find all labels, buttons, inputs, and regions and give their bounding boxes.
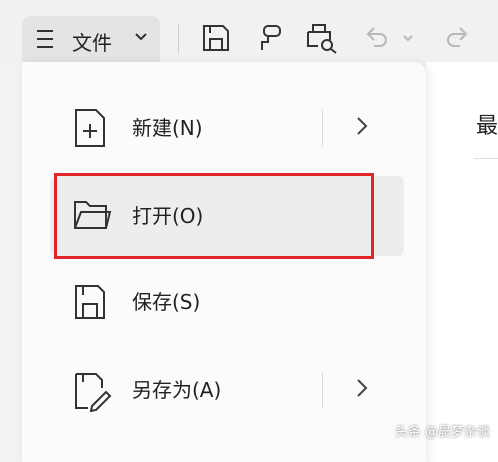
menu-item-separator bbox=[322, 110, 323, 146]
format-painter-icon[interactable] bbox=[254, 22, 286, 54]
hamburger-icon bbox=[37, 30, 53, 48]
folder-icon bbox=[74, 201, 112, 229]
new-file-icon bbox=[75, 109, 105, 147]
chevron-right-icon[interactable] bbox=[356, 116, 368, 136]
recent-panel: 最 bbox=[426, 62, 498, 462]
undo-icon[interactable] bbox=[362, 22, 390, 52]
redo-icon[interactable] bbox=[444, 22, 472, 52]
menu-item-save-as[interactable]: 另存为(A) bbox=[50, 350, 404, 430]
file-menu-button[interactable]: 文件 bbox=[22, 16, 160, 62]
divider bbox=[474, 158, 498, 159]
chevron-right-icon[interactable] bbox=[356, 378, 368, 398]
save-icon[interactable] bbox=[200, 22, 232, 54]
menu-item-label: 打开(O) bbox=[132, 204, 204, 228]
undo-dropdown-chevron-icon[interactable] bbox=[402, 34, 414, 42]
menu-item-label: 保存(S) bbox=[132, 290, 201, 314]
file-menu-label: 文件 bbox=[72, 31, 112, 55]
watermark: 头条 @晨梦杂谈 bbox=[394, 425, 490, 440]
menu-item-new[interactable]: 新建(N) bbox=[50, 88, 404, 168]
menu-item-label: 新建(N) bbox=[132, 116, 203, 140]
toolbar: 文件 bbox=[0, 0, 498, 62]
menu-item-separator bbox=[322, 372, 323, 408]
menu-item-label: 另存为(A) bbox=[132, 378, 222, 402]
recent-title: 最 bbox=[476, 114, 498, 139]
save-as-icon bbox=[75, 373, 112, 412]
menu-item-open[interactable]: 打开(O) bbox=[50, 176, 404, 256]
print-preview-icon[interactable] bbox=[304, 22, 340, 54]
menu-item-save[interactable]: 保存(S) bbox=[50, 262, 404, 342]
chevron-down-icon bbox=[135, 33, 147, 41]
save-icon bbox=[75, 285, 105, 319]
toolbar-divider bbox=[178, 24, 179, 54]
